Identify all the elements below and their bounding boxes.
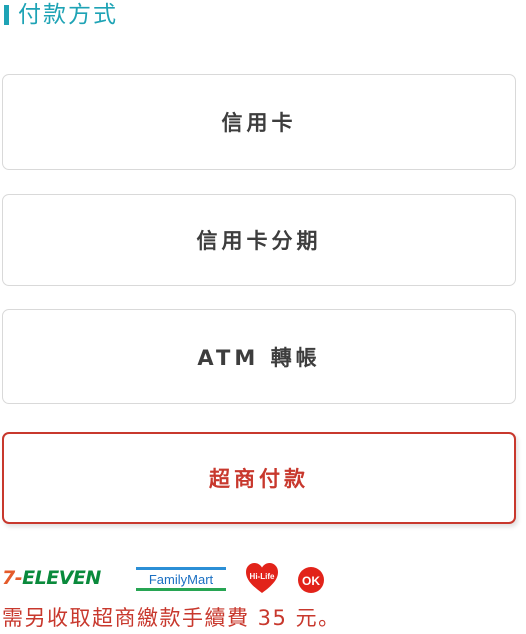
convenience-store-logos: 7-ELEVEN FamilyMart Hi-Life OK xyxy=(0,560,340,600)
payment-option-label: 信用卡 xyxy=(221,111,297,135)
hi-life-logo: Hi-Life xyxy=(246,563,278,593)
page-title: 付款方式 xyxy=(18,1,118,28)
svg-text:Hi-Life: Hi-Life xyxy=(250,572,275,581)
payment-option-credit-card[interactable]: 信用卡 xyxy=(2,74,516,170)
svg-text:OK: OK xyxy=(302,574,320,588)
payment-option-label: ATM 轉帳 xyxy=(197,345,321,370)
service-fee-note: 需另收取超商繳款手續費 35 元。 xyxy=(2,606,341,630)
payment-option-convenience-store[interactable]: 超商付款 xyxy=(2,432,516,524)
payment-option-installment[interactable]: 信用卡分期 xyxy=(2,194,516,286)
payment-option-label: 超商付款 xyxy=(209,467,309,491)
family-mart-logo: FamilyMart xyxy=(136,567,226,591)
payment-option-atm[interactable]: ATM 轉帳 xyxy=(2,309,516,404)
ok-mart-logo: OK xyxy=(298,567,324,593)
payment-option-label: 信用卡分期 xyxy=(196,229,322,253)
section-title: 付款方式 xyxy=(4,0,118,30)
seven-eleven-logo: 7-ELEVEN xyxy=(2,567,101,589)
title-accent-bar xyxy=(4,5,9,25)
